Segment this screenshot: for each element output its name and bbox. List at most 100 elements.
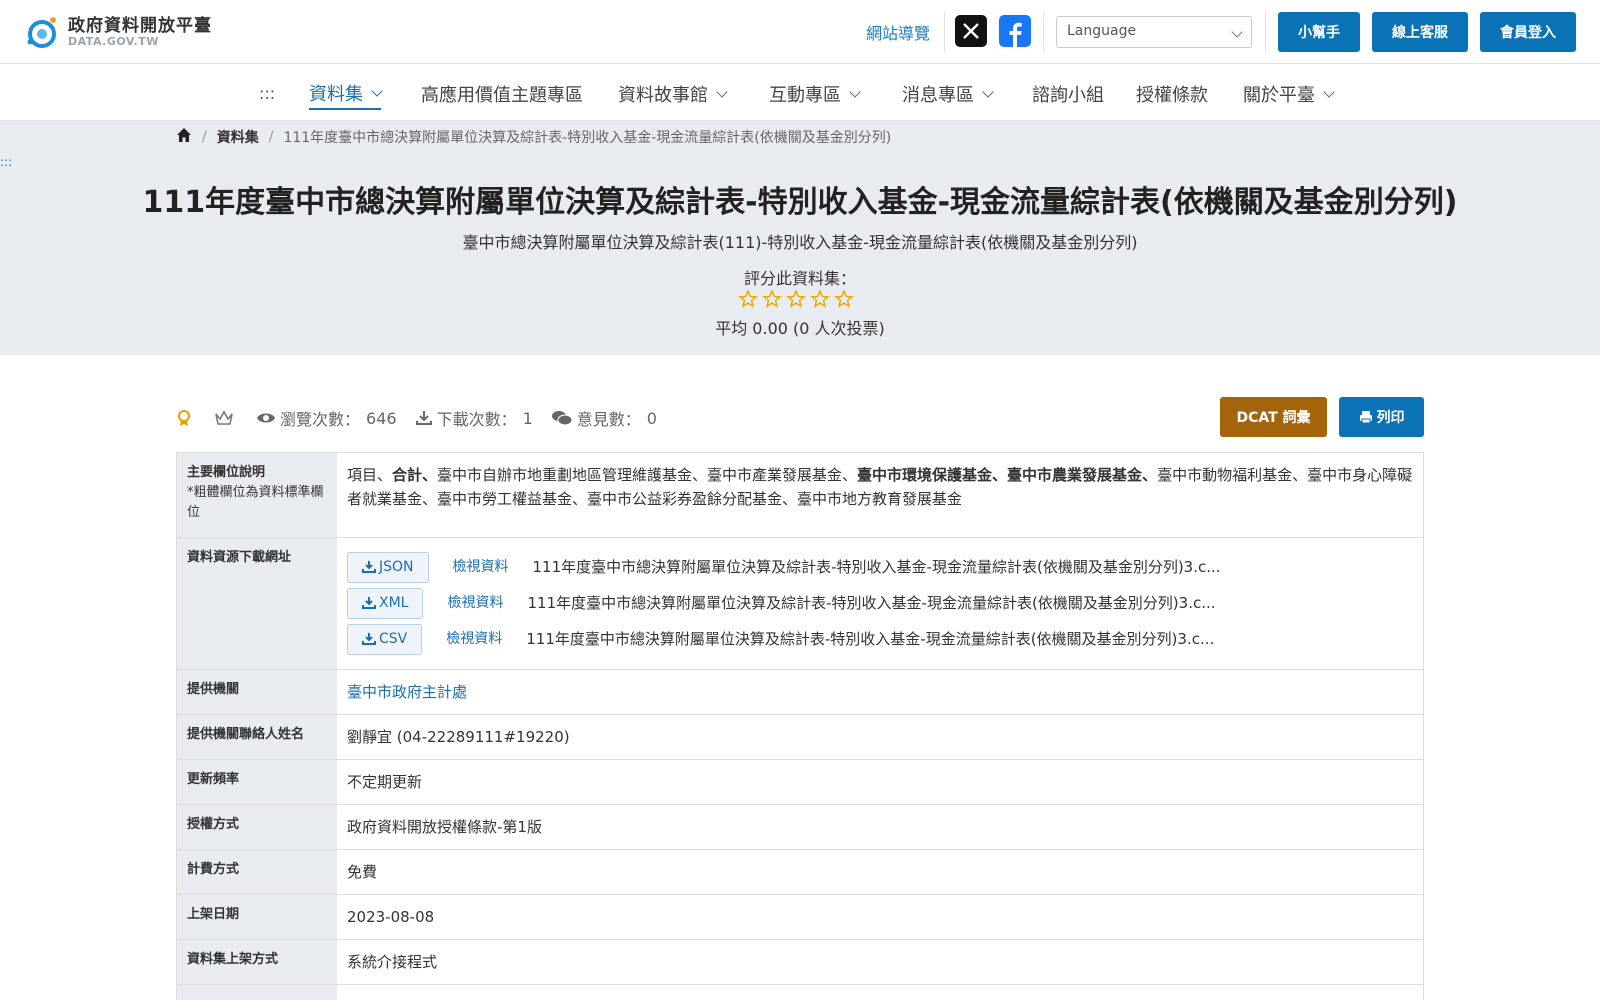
comments-icon [551, 411, 573, 426]
nav-item-datasets[interactable]: 資料集 [309, 78, 383, 110]
print-button[interactable]: 列印 [1339, 397, 1424, 437]
nav-label: 授權條款 [1136, 85, 1208, 106]
comments-count: 0 [646, 408, 657, 428]
row-value: 免費 [347, 863, 378, 881]
nav-accesskey[interactable]: ::: [259, 84, 275, 103]
divider [944, 12, 945, 52]
row-value: 2023-08-08 [347, 908, 435, 926]
resource-item: XML 檢視資料 111年度臺中市總決算附屬單位決算及綜計表-特別收入基金-現金… [347, 585, 1413, 621]
downloads-label: 下載次數： [436, 410, 517, 429]
view-data-link[interactable]: 檢視資料 [453, 555, 509, 579]
divider [1043, 12, 1044, 52]
download-csv-button[interactable]: CSV [347, 623, 423, 655]
provider-link[interactable]: 臺中市政府主計處 [337, 670, 1423, 714]
views-stat: 瀏覽次數： 646 [256, 406, 397, 430]
site-logo[interactable]: 政府資料開放平臺 DATA.GOV.TW [22, 12, 212, 52]
resource-name: 111年度臺中市總決算附屬單位決算及綜計表-特別收入基金-現金流量綜計表(依機關… [527, 594, 1216, 612]
language-select[interactable]: Language [1056, 16, 1252, 48]
download-icon [362, 597, 376, 609]
nav-label: 資料集 [309, 84, 363, 105]
breadcrumb-current: 111年度臺中市總決算附屬單位決算及綜計表-特別收入基金-現金流量綜計表(依機關… [283, 130, 892, 146]
dcat-button[interactable]: DCAT 詞彙 [1220, 397, 1327, 437]
sitemap-link[interactable]: 網站導覽 [866, 20, 930, 44]
table-row [177, 985, 1423, 1000]
download-json-button[interactable]: JSON [347, 551, 429, 583]
dataset-hero: / 資料集 / 111年度臺中市總決算附屬單位決算及綜計表-特別收入基金-現金流… [0, 121, 1600, 355]
star-icon[interactable] [834, 289, 854, 309]
resource-item: JSON 檢視資料 111年度臺中市總決算附屬單位決算及綜計表-特別收入基金-現… [347, 549, 1413, 585]
download-icon [362, 633, 376, 645]
facebook-icon[interactable] [999, 15, 1031, 47]
table-row: 資料集上架方式 系統介接程式 [177, 940, 1423, 985]
eye-icon [257, 413, 275, 423]
nav-item-high-value[interactable]: 高應用價值主題專區 [421, 78, 583, 110]
main-fields-label: 主要欄位說明 [187, 465, 266, 480]
x-social-icon[interactable] [955, 15, 987, 47]
chevron-down-icon [849, 85, 861, 98]
logo-icon [22, 12, 62, 52]
format-label: XML [379, 595, 409, 611]
member-login-button[interactable]: 會員登入 [1480, 12, 1576, 52]
table-row: 更新頻率 不定期更新 [177, 760, 1423, 805]
nav-label: 諮詢小組 [1032, 85, 1104, 106]
chevron-down-icon [716, 85, 728, 98]
star-icon[interactable] [786, 289, 806, 309]
row-label: 主要欄位說明 *粗體欄位為資料標準欄位 [177, 453, 337, 537]
views-count: 646 [366, 408, 397, 428]
table-row: 資料資源下載網址 JSON 檢視資料 111年度臺中市總決算附屬單位決算及綜計表… [177, 538, 1423, 670]
home-icon[interactable] [176, 127, 192, 147]
main-nav: ::: 資料集 高應用價值主題專區 資料故事館 互動專區 消息專區 諮詢小組 授… [0, 64, 1600, 121]
view-data-link[interactable]: 檢視資料 [446, 627, 502, 651]
table-row: 主要欄位說明 *粗體欄位為資料標準欄位 項目、合計、臺中市自辦市地重劃地區管理維… [177, 453, 1423, 538]
download-xml-button[interactable]: XML [347, 587, 424, 619]
views-label: 瀏覽次數： [280, 410, 361, 429]
star-icon[interactable] [810, 289, 830, 309]
nav-label: 高應用價值主題專區 [421, 85, 583, 106]
resource-name: 111年度臺中市總決算附屬單位決算及綜計表-特別收入基金-現金流量綜計表(依機關… [526, 630, 1215, 648]
view-data-link[interactable]: 檢視資料 [447, 591, 503, 615]
row-value[interactable]: 臺中市政府主計處 [347, 683, 467, 701]
main-fields-note: *粗體欄位為資料標準欄位 [187, 485, 324, 520]
breadcrumb-datasets[interactable]: 資料集 [217, 127, 259, 147]
chevron-down-icon [371, 84, 383, 97]
chevron-down-icon [1231, 26, 1243, 38]
nav-item-advisory[interactable]: 諮詢小組 [1032, 78, 1104, 110]
row-value: 不定期更新 [347, 773, 423, 791]
star-icon[interactable] [762, 289, 782, 309]
chevron-down-icon [1323, 85, 1335, 98]
nav-item-about[interactable]: 關於平臺 [1243, 78, 1335, 110]
downloads-stat: 下載次數： 1 [415, 406, 533, 430]
helper-button[interactable]: 小幫手 [1278, 12, 1360, 52]
rating-average: 平均 0.00 (0 人次投票) [715, 319, 885, 338]
row-value: 政府資料開放授權條款-第1版 [347, 818, 542, 836]
rating-stars[interactable] [738, 289, 854, 309]
row-label: 提供機關聯絡人姓名 [177, 715, 337, 759]
star-icon[interactable] [738, 289, 758, 309]
logo-subtitle: DATA.GOV.TW [68, 35, 159, 48]
page-title: 111年度臺中市總決算附屬單位決算及綜計表-特別收入基金-現金流量綜計表(依機關… [142, 185, 1458, 220]
row-label [177, 985, 337, 1000]
nav-item-news[interactable]: 消息專區 [902, 78, 994, 110]
comments-stat: 意見數： 0 [551, 406, 657, 430]
row-label: 上架日期 [177, 895, 337, 939]
table-row: 上架日期 2023-08-08 [177, 895, 1423, 940]
nav-item-stories[interactable]: 資料故事館 [618, 78, 728, 110]
content-accesskey[interactable]: ::: [0, 155, 12, 169]
nav-label: 資料故事館 [618, 85, 708, 106]
row-value: 劉靜宜 (04-22289111#19220) [347, 728, 570, 746]
breadcrumb: / 資料集 / 111年度臺中市總決算附屬單位決算及綜計表-特別收入基金-現金流… [176, 127, 891, 147]
row-label: 更新頻率 [177, 760, 337, 804]
format-label: JSON [379, 559, 414, 575]
download-url-label: 資料資源下載網址 [177, 538, 337, 669]
dataset-detail-table: 主要欄位說明 *粗體欄位為資料標準欄位 項目、合計、臺中市自辦市地重劃地區管理維… [176, 452, 1424, 1000]
nav-label: 關於平臺 [1243, 85, 1315, 106]
chevron-down-icon [982, 85, 994, 98]
crown-icon [214, 410, 238, 426]
online-service-button[interactable]: 線上客服 [1372, 12, 1468, 52]
field-list: 臺中市自辦市地重劃地區管理維護基金、臺中市產業發展基金、 [437, 466, 858, 484]
comments-label: 意見數： [576, 410, 641, 429]
resource-name: 111年度臺中市總決算附屬單位決算及綜計表-特別收入基金-現金流量綜計表(依機關… [532, 558, 1221, 576]
top-header: 政府資料開放平臺 DATA.GOV.TW 網站導覽 Language 小幫手 線… [0, 0, 1600, 64]
nav-item-interactive[interactable]: 互動專區 [769, 78, 861, 110]
nav-item-license[interactable]: 授權條款 [1136, 78, 1208, 110]
